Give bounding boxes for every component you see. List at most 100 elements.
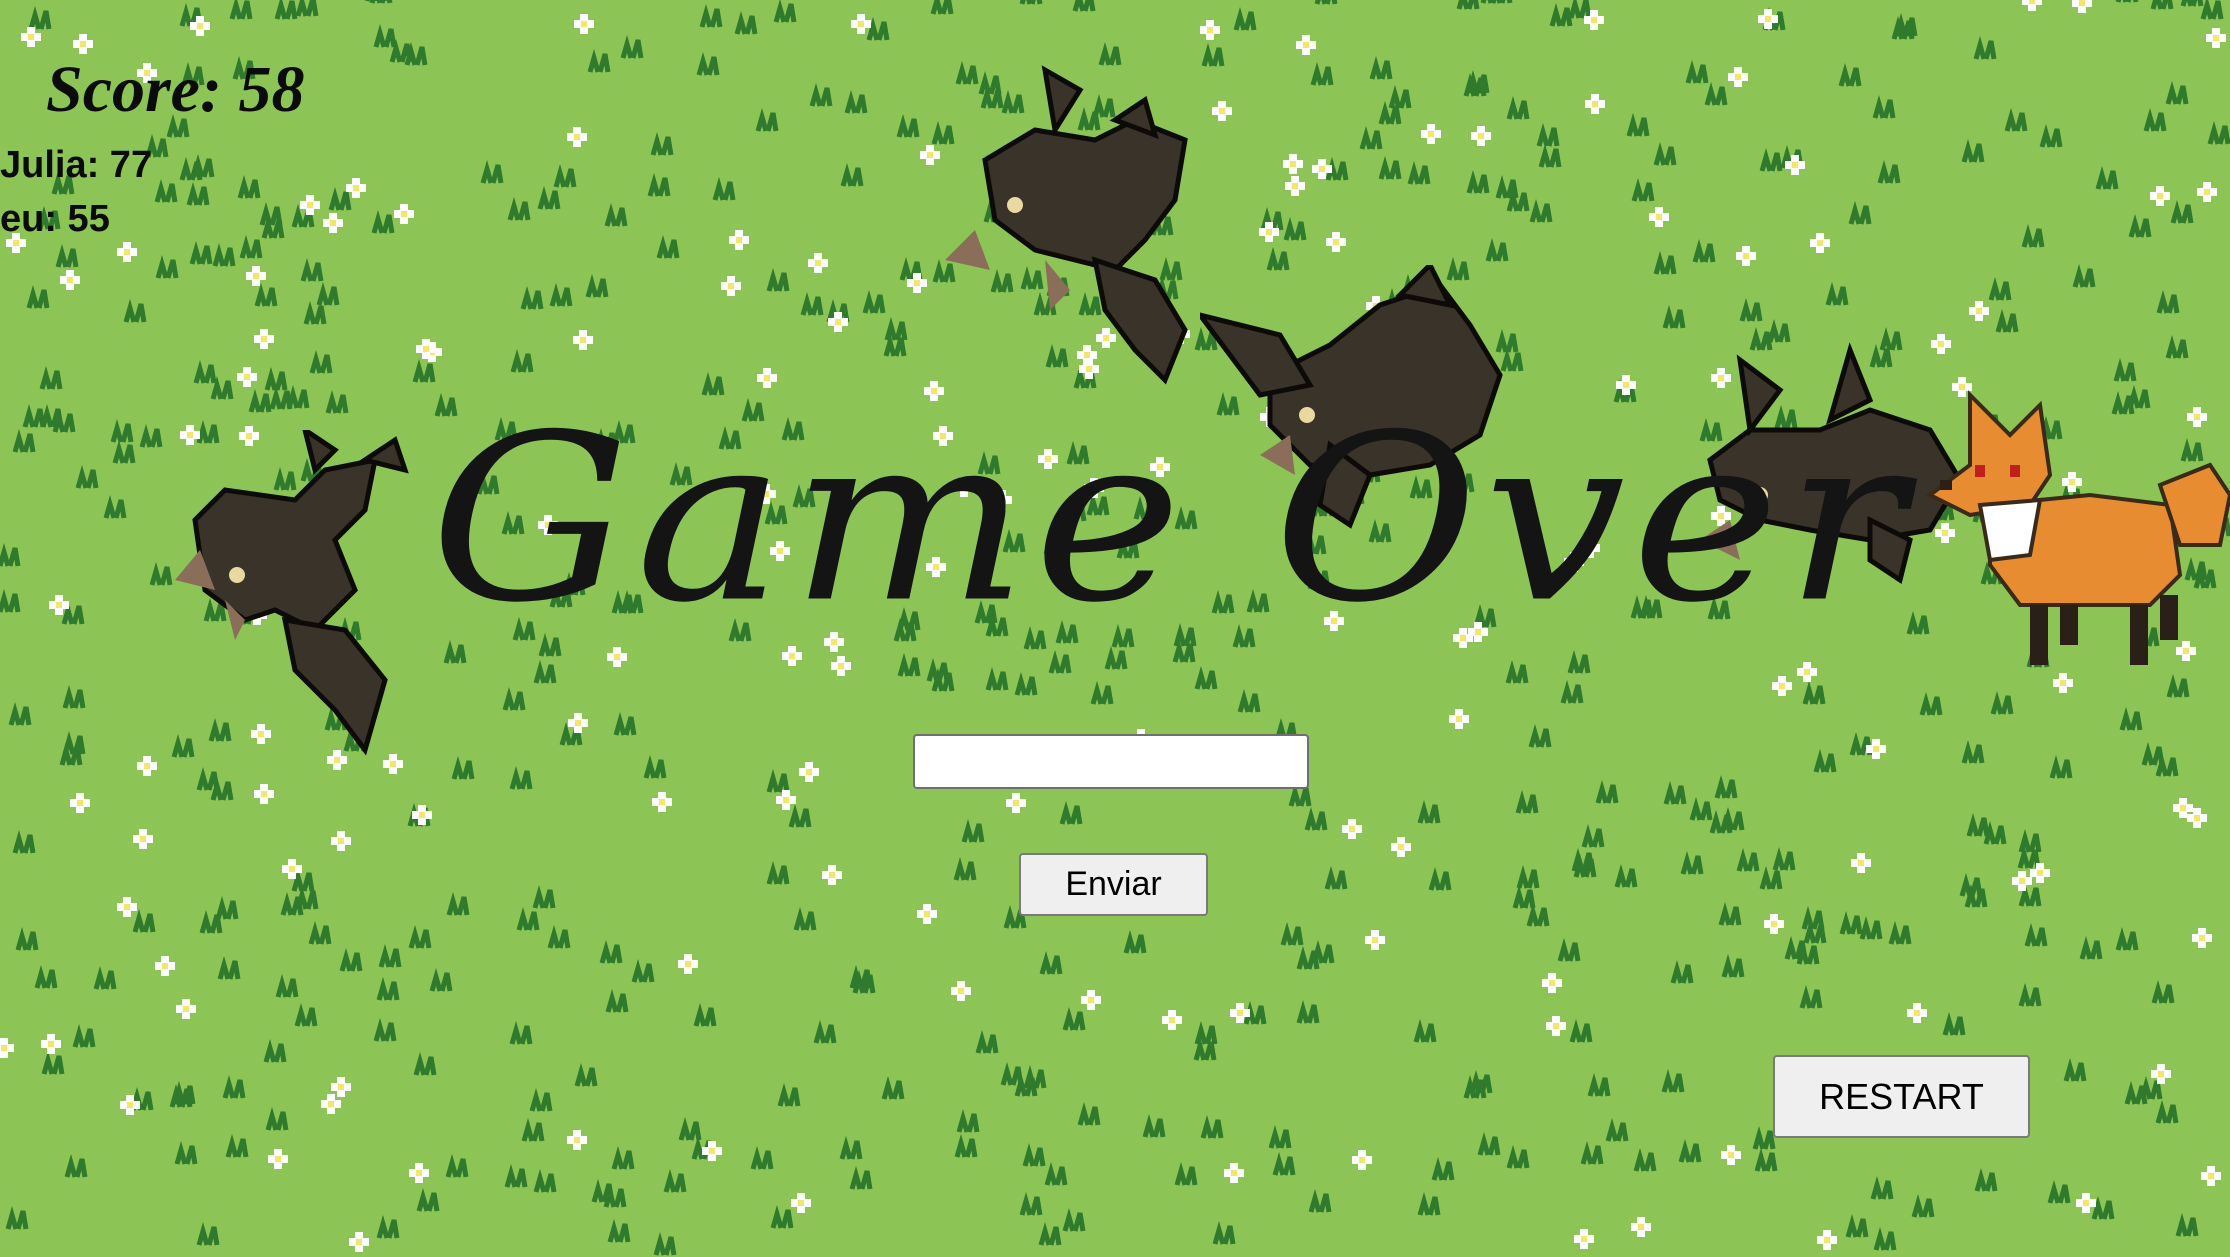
grass-tuft — [1456, 0, 1480, 10]
grass-tuft — [1838, 62, 1862, 87]
grass-tuft — [12, 428, 36, 453]
flower — [917, 904, 937, 924]
grass-tuft — [22, 403, 46, 428]
grass-tuft — [308, 920, 332, 945]
grass-tuft — [155, 254, 179, 279]
grass-tuft — [12, 829, 36, 854]
game-over-title: Game Over — [430, 385, 1911, 653]
grass-tuft — [750, 1145, 774, 1170]
grass-tuft — [1529, 198, 1553, 223]
grass-tuft — [1369, 55, 1393, 80]
grass-tuft — [26, 284, 50, 309]
grass-tuft — [1614, 863, 1638, 888]
flower — [409, 1163, 429, 1183]
grass-tuft — [132, 908, 156, 933]
grass-tuft — [1974, 1167, 1998, 1192]
flower — [1907, 1003, 1927, 1023]
grass-tuft — [1680, 850, 1704, 875]
grass-tuft — [1799, 984, 1823, 1009]
grass-tuft — [369, 0, 393, 4]
grass-tuft — [1966, 812, 1990, 837]
flower — [2150, 186, 2170, 206]
grass-tuft — [1692, 238, 1716, 263]
grass-tuft — [2200, 0, 2224, 20]
grass-tuft — [574, 1062, 598, 1087]
grass-tuft — [5, 1205, 29, 1230]
flower — [1200, 20, 1220, 40]
grass-tuft — [1280, 921, 1304, 946]
flower — [567, 1130, 587, 1150]
flower — [1772, 676, 1792, 696]
leaderboard: Julia: 77 eu: 55 — [0, 138, 152, 246]
submit-score-button[interactable]: Enviar — [1019, 853, 1208, 916]
grass-tuft — [1536, 122, 1560, 147]
flower — [1421, 124, 1441, 144]
grass-tuft — [509, 765, 533, 790]
grass-tuft — [533, 659, 557, 684]
grass-tuft — [755, 107, 779, 132]
grass-tuft — [2151, 979, 2175, 1004]
flower — [1649, 207, 1669, 227]
flower — [176, 999, 196, 1019]
grass-tuft — [985, 666, 1009, 691]
grass-tuft — [222, 1074, 246, 1099]
grass-tuft — [1512, 884, 1536, 909]
grass-tuft — [553, 163, 577, 188]
grass-tuft — [1633, 1147, 1657, 1172]
grass-tuft — [1048, 649, 1072, 674]
grass-tuft — [2207, 120, 2230, 145]
grass-tuft — [1678, 1138, 1702, 1163]
flower — [41, 1034, 61, 1054]
grass-tuft — [1961, 739, 1985, 764]
grass-tuft — [295, 885, 319, 910]
grass-tuft — [103, 494, 127, 519]
grass-tuft — [429, 967, 453, 992]
grass-tuft — [2049, 754, 2073, 779]
grass-tuft — [1506, 95, 1530, 120]
grass-tuft — [34, 964, 58, 989]
grass-tuft — [1417, 1191, 1441, 1216]
grass-tuft — [1528, 723, 1552, 748]
grass-tuft — [839, 1135, 863, 1160]
flower — [1162, 1010, 1182, 1030]
grass-tuft — [547, 924, 571, 949]
grass-tuft — [1019, 0, 1043, 5]
grass-tuft — [533, 1168, 557, 1193]
grass-tuft — [237, 174, 261, 199]
grass-tuft — [2124, 1080, 2148, 1105]
flower — [1817, 1230, 1837, 1250]
grass-tuft — [1000, 1061, 1024, 1086]
flower — [729, 230, 749, 250]
grass-tuft — [254, 282, 278, 307]
flower — [133, 829, 153, 849]
flower — [1546, 1016, 1566, 1036]
flower — [831, 656, 851, 676]
flower — [300, 195, 320, 215]
grass-tuft — [1631, 177, 1655, 202]
grass-tuft — [2072, 263, 2096, 288]
grass-tuft — [1174, 1161, 1198, 1186]
grass-tuft — [1752, 1125, 1776, 1150]
grass-tuft — [1431, 1156, 1455, 1181]
grass-tuft — [1378, 155, 1402, 180]
grass-tuft — [378, 943, 402, 968]
grass-tuft — [678, 1116, 702, 1141]
restart-button[interactable]: RESTART — [1773, 1055, 2030, 1138]
grass-tuft — [300, 257, 324, 282]
grass-tuft — [39, 365, 63, 390]
grass-tuft — [930, 0, 954, 15]
grass-tuft — [862, 289, 886, 314]
flower — [246, 266, 266, 286]
grass-tuft — [193, 359, 217, 384]
grass-tuft — [291, 867, 315, 892]
grass-tuft — [897, 652, 921, 677]
flower — [2201, 1166, 2221, 1186]
grass-tuft — [1505, 659, 1529, 684]
grass-tuft — [961, 818, 985, 843]
grass-tuft — [1581, 823, 1605, 848]
grass-tuft — [215, 895, 239, 920]
grass-tuft — [8, 701, 32, 726]
grass-tuft — [1526, 902, 1550, 927]
dark-cat-creature-sprite — [175, 430, 409, 756]
player-name-input[interactable] — [913, 734, 1309, 789]
